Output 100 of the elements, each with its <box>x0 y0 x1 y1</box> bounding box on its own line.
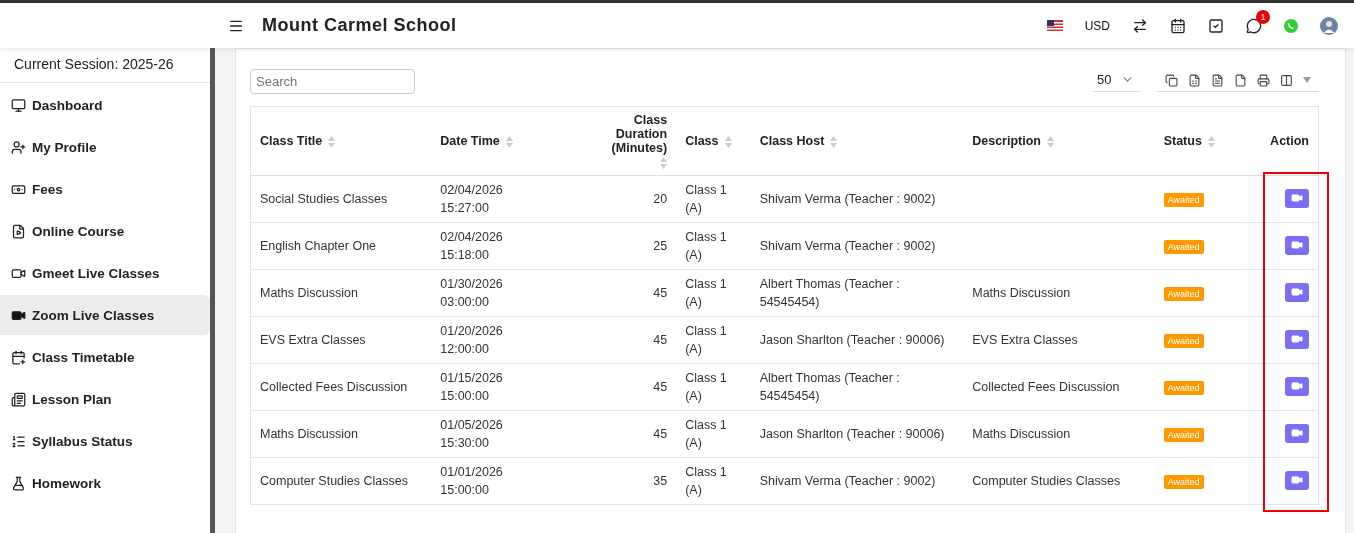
table-cell: Maths Discussion <box>963 410 1155 458</box>
table-cell: Shivam Verma (Teacher : 9002) <box>750 175 964 223</box>
status-badge: Awaited <box>1163 427 1204 442</box>
status-badge: Awaited <box>1163 333 1204 348</box>
table-cell: Class 1 (A) <box>676 457 751 505</box>
table-cell: Collected Fees Discussion <box>963 363 1155 411</box>
video-button[interactable] <box>1285 235 1309 255</box>
file-icon[interactable] <box>1234 73 1247 87</box>
columns-icon[interactable] <box>1280 73 1293 87</box>
table-cell: 35 <box>580 457 677 505</box>
table-cell: Computer Studies Classes <box>963 457 1155 505</box>
video-camera-icon <box>1291 286 1303 299</box>
numbered-list-icon <box>11 433 26 449</box>
sidebar-item[interactable]: Dashboard <box>0 85 210 125</box>
page-size-select[interactable]: 50 <box>1093 71 1141 92</box>
video-button[interactable] <box>1285 470 1309 490</box>
table-cell: Computer Studies Classes <box>250 457 432 505</box>
video-button[interactable] <box>1285 282 1309 302</box>
swap-icon[interactable] <box>1132 17 1148 34</box>
column-header[interactable]: Class <box>685 134 719 148</box>
print-icon[interactable] <box>1257 73 1270 87</box>
sidebar-item[interactable]: Fees <box>0 169 210 209</box>
sidebar-item[interactable]: Lesson Plan <box>0 379 210 419</box>
table-cell: 25 <box>580 222 677 270</box>
table-cell: Albert Thomas (Teacher : 54545454) <box>750 269 964 317</box>
table-cell: 45 <box>580 410 677 458</box>
table-cell: 20 <box>580 175 677 223</box>
table-cell: Social Studies Classes <box>250 175 432 223</box>
table-cell: Class 1 (A) <box>676 175 751 223</box>
video-camera-icon <box>1291 427 1303 440</box>
session-label: Current Session: 2025-26 <box>0 48 210 83</box>
table-cell: 02/04/2026 15:18:00 <box>431 222 581 270</box>
table-cell: Shivam Verma (Teacher : 9002) <box>750 222 964 270</box>
sidebar-item[interactable]: Zoom Live Classes <box>0 295 210 335</box>
caret-icon[interactable] <box>1303 77 1311 83</box>
table-cell: 01/05/2026 15:30:00 <box>431 410 581 458</box>
spreadsheet-icon[interactable] <box>1188 73 1201 87</box>
notification-badge: 1 <box>1256 9 1270 24</box>
table-cell: 45 <box>580 269 677 317</box>
status-badge: Awaited <box>1163 286 1204 301</box>
currency-label[interactable]: USD <box>1084 18 1110 33</box>
video-camera-icon <box>1291 380 1303 393</box>
table-cell: Maths Discussion <box>250 410 432 458</box>
flag-icon[interactable] <box>1046 20 1063 31</box>
column-header[interactable]: Class Duration (Minutes) <box>589 113 668 155</box>
video-button[interactable] <box>1285 376 1309 396</box>
sidebar-item[interactable]: Class Timetable <box>0 337 210 377</box>
table-cell: 01/01/2026 15:00:00 <box>431 457 581 505</box>
table-cell: 02/04/2026 15:27:00 <box>431 175 581 223</box>
table-cell: Class 1 (A) <box>676 269 751 317</box>
sidebar-item[interactable]: Online Course <box>0 211 210 251</box>
table-cell: 01/20/2026 12:00:00 <box>431 316 581 364</box>
table-cell: 01/30/2026 03:00:00 <box>431 269 581 317</box>
document-icon <box>11 223 26 239</box>
status-badge: Awaited <box>1163 239 1204 254</box>
calendar-icon <box>11 349 26 365</box>
table-cell: EVS Extra Classes <box>963 316 1155 364</box>
chat-icon[interactable] <box>1246 17 1262 34</box>
video-camera-icon <box>1291 192 1303 205</box>
avatar-icon[interactable] <box>1320 16 1338 35</box>
monitor-icon <box>11 97 26 113</box>
table-cell: Collected Fees Discussion <box>250 363 432 411</box>
video-button[interactable] <box>1285 423 1309 443</box>
video-button[interactable] <box>1285 188 1309 208</box>
calendar-icon[interactable] <box>1170 17 1186 34</box>
column-header[interactable]: Description <box>972 134 1041 148</box>
column-header[interactable]: Date Time <box>440 134 500 148</box>
column-header[interactable]: Status <box>1163 134 1202 148</box>
phone-icon[interactable] <box>1284 18 1298 33</box>
table-cell: 45 <box>580 316 677 364</box>
sidebar-item[interactable]: My Profile <box>0 127 210 167</box>
column-header[interactable]: Class Title <box>260 134 323 148</box>
video-button[interactable] <box>1285 329 1309 349</box>
table-cell: English Chapter One <box>250 222 432 270</box>
school-title: Mount Carmel School <box>262 15 458 36</box>
sidebar-item[interactable]: Syllabus Status <box>0 421 210 461</box>
column-header[interactable]: Class Host <box>759 134 825 148</box>
table-cell: Class 1 (A) <box>676 222 751 270</box>
table-cell: Shivam Verma (Teacher : 9002) <box>750 457 964 505</box>
table-cell: Class 1 (A) <box>676 363 751 411</box>
video-camera-icon <box>1291 239 1303 252</box>
video-camera-icon <box>1291 333 1303 346</box>
table-cell: EVS Extra Classes <box>250 316 432 364</box>
sidebar-item[interactable]: Homework <box>0 463 210 503</box>
table-cell: 01/15/2026 15:00:00 <box>431 363 581 411</box>
video-camera-icon <box>1291 474 1303 487</box>
document-icon[interactable] <box>1211 73 1224 87</box>
sidebar-item[interactable]: Gmeet Live Classes <box>0 253 210 293</box>
status-badge: Awaited <box>1163 192 1204 207</box>
status-badge: Awaited <box>1163 380 1204 395</box>
search-field[interactable]: Search <box>250 69 415 94</box>
table-cell: 45 <box>580 363 677 411</box>
copy-icon[interactable] <box>1165 73 1178 87</box>
table-cell: Jason Sharlton (Teacher : 90006) <box>750 410 964 458</box>
flask-icon <box>11 475 26 491</box>
table-cell: Albert Thomas (Teacher : 54545454) <box>750 363 964 411</box>
table-cell: Class 1 (A) <box>676 410 751 458</box>
status-badge: Awaited <box>1163 474 1204 489</box>
checkbox-icon[interactable] <box>1208 17 1224 34</box>
table-cell: Class 1 (A) <box>676 316 751 364</box>
